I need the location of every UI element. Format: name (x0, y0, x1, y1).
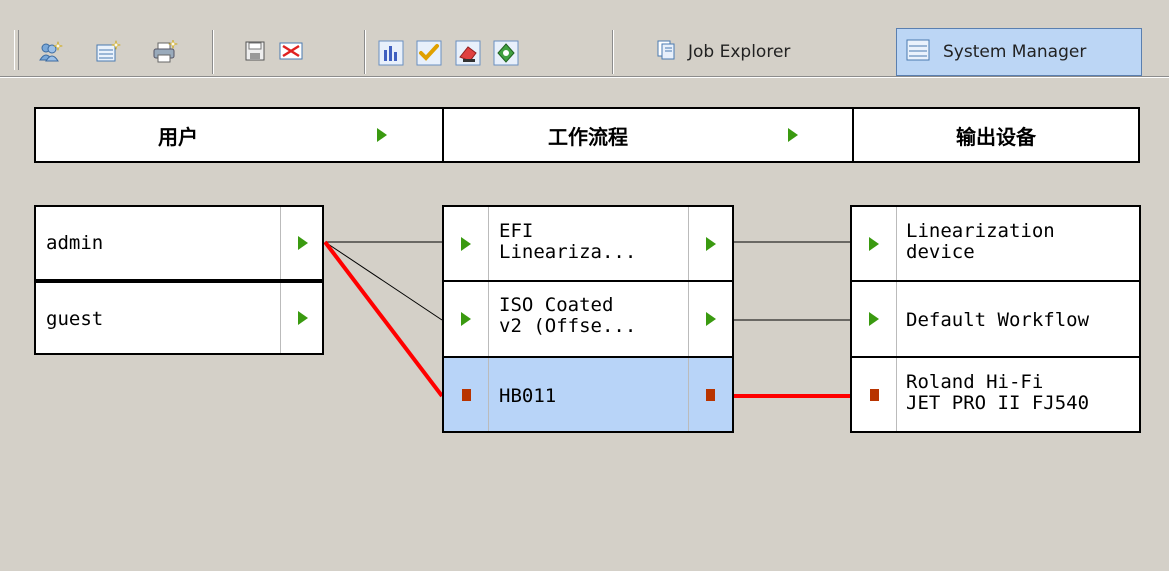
workflow-output-port[interactable] (689, 207, 732, 280)
device-label: Linearization device (906, 220, 1055, 263)
workflow-output-port[interactable] (689, 282, 732, 356)
workflow-label: HB011 (499, 385, 557, 407)
device-node-linearization[interactable]: Linearization device (850, 205, 1141, 282)
device-input-port[interactable] (852, 207, 896, 280)
arrow-right-icon (297, 311, 308, 325)
user-output-port[interactable] (281, 207, 324, 279)
device-input-port[interactable] (852, 282, 896, 356)
user-label: guest (46, 308, 104, 330)
device-input-port[interactable] (852, 358, 896, 431)
device-label: Default Workflow (906, 309, 1090, 331)
arrow-right-icon (869, 236, 879, 251)
node-divider (896, 358, 897, 431)
arrow-right-icon (705, 236, 716, 251)
link-admin-iso (324, 241, 443, 321)
user-output-port[interactable] (281, 283, 324, 353)
workflow-output-port[interactable] (689, 358, 732, 431)
arrow-right-icon (297, 236, 308, 250)
user-node-guest[interactable]: guest (34, 281, 324, 355)
device-node-default-workflow[interactable]: Default Workflow (850, 280, 1141, 358)
workflow-node-iso-coated[interactable]: ISO Coated v2 (Offse... (442, 280, 734, 358)
arrow-right-icon (705, 312, 716, 326)
workflow-input-port[interactable] (444, 207, 488, 280)
stop-square-icon (461, 388, 471, 401)
link-admin-hb011 (323, 240, 444, 398)
stop-square-icon (706, 388, 715, 401)
arrow-right-icon (869, 312, 879, 326)
workflow-input-port[interactable] (444, 282, 488, 356)
device-node-roland[interactable]: Roland Hi-Fi JET PRO II FJ540 (850, 356, 1141, 433)
device-label: Roland Hi-Fi JET PRO II FJ540 (906, 371, 1090, 414)
user-node-admin[interactable]: admin (34, 205, 324, 281)
node-divider (488, 207, 489, 280)
node-divider (488, 358, 489, 431)
workflow-input-port[interactable] (444, 358, 488, 431)
arrow-right-icon (461, 312, 471, 326)
workflow-label: ISO Coated v2 (Offse... (499, 294, 637, 337)
node-divider (896, 282, 897, 356)
user-label: admin (46, 232, 104, 254)
workflow-node-hb011[interactable]: HB011 (442, 356, 734, 433)
arrow-right-icon (461, 236, 471, 251)
workflow-label: EFI Lineariza... (499, 220, 637, 263)
node-divider (488, 282, 489, 356)
workflow-node-efi-linearization[interactable]: EFI Lineariza... (442, 205, 734, 282)
stop-square-icon (869, 388, 879, 401)
node-divider (896, 207, 897, 280)
